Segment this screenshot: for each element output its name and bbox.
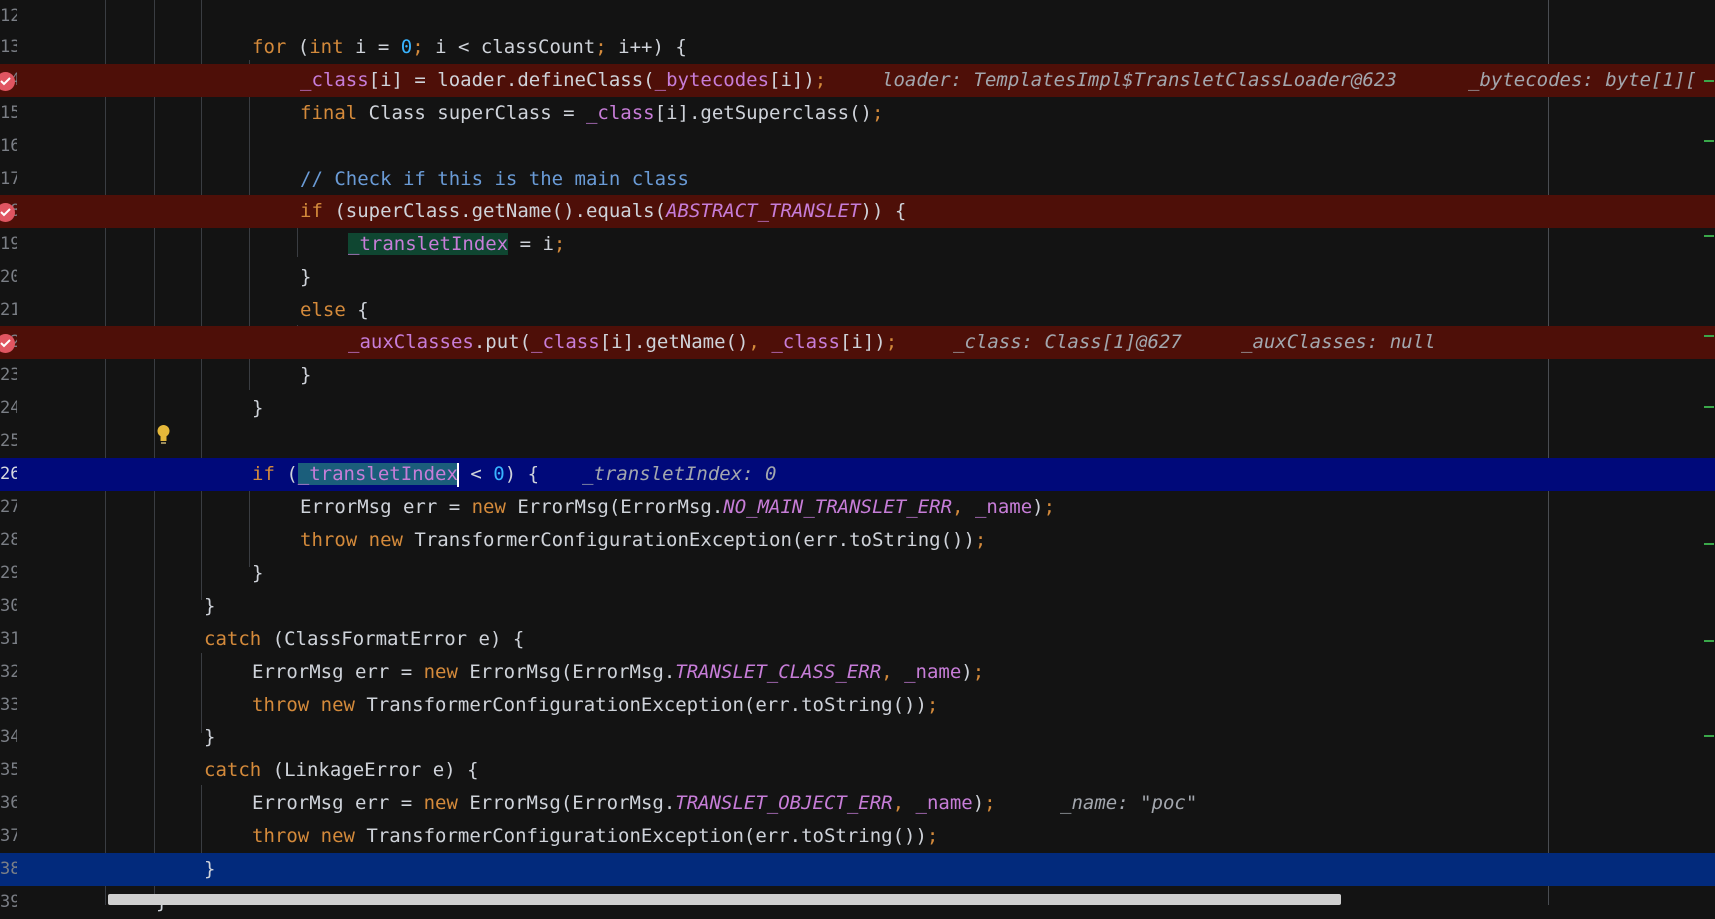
code-line: 24 } [0, 392, 1715, 425]
line-number: 35 [0, 760, 17, 780]
code-text: _transletIndex = i; [348, 233, 566, 255]
line-number: 36 [0, 793, 17, 813]
code-line: 32 ErrorMsg err = new ErrorMsg(ErrorMsg.… [0, 656, 1715, 689]
code-comment: // Check if this is the main class [300, 168, 689, 190]
code-text: if (superClass.getName().equals(ABSTRACT… [300, 200, 907, 222]
line-number: 31 [0, 629, 17, 649]
change-marker[interactable] [1704, 335, 1714, 337]
code-line: 29 } [0, 557, 1715, 590]
code-text: } [252, 562, 264, 584]
code-line-breakpoint: 18 if (superClass.getName().equals(ABSTR… [0, 195, 1715, 228]
inline-debug-hint: loader: TemplatesImpl$TransletClassLoade… [882, 69, 1397, 91]
code-text: } [252, 397, 264, 419]
code-text: } [300, 364, 312, 386]
inline-debug-hint: _transletIndex: 0 [582, 463, 777, 485]
code-line-breakpoint: 14 _class[i] = loader.defineClass(_bytec… [0, 64, 1715, 97]
lightbulb-icon[interactable] [157, 424, 170, 446]
code-line: 31 catch (ClassFormatError e) { [0, 623, 1715, 656]
code-text: catch (LinkageError e) { [204, 759, 479, 781]
code-line: 25 [0, 425, 1715, 458]
code-text: if (_transletIndex < 0) { [252, 462, 562, 487]
code-line: 13 for (int i = 0; i < classCount; i++) … [0, 31, 1715, 64]
line-number: 17 [0, 169, 17, 189]
code-text: else { [300, 299, 369, 321]
line-number: 37 [0, 826, 17, 846]
line-number: 13 [0, 37, 17, 57]
line-number: 38 [0, 859, 17, 879]
line-number: 29 [0, 563, 17, 583]
code-line: 27 ErrorMsg err = new ErrorMsg(ErrorMsg.… [0, 491, 1715, 524]
inline-debug-hint: _bytecodes: byte[1][ [1468, 69, 1697, 91]
code-text: throw new TransformerConfigurationExcept… [252, 825, 939, 847]
line-number: 33 [0, 695, 17, 715]
code-line: 16 [0, 130, 1715, 163]
code-line: 19 _transletIndex = i; [0, 228, 1715, 261]
change-marker[interactable] [1704, 406, 1714, 408]
change-marker[interactable] [1704, 140, 1714, 142]
line-number: 24 [0, 398, 17, 418]
code-line: 12 [0, 0, 1715, 33]
line-number: 32 [0, 662, 17, 682]
code-text: throw new TransformerConfigurationExcept… [252, 694, 939, 716]
line-number: 26 [0, 464, 17, 484]
change-marker[interactable] [1704, 80, 1714, 82]
code-line: 28 throw new TransformerConfigurationExc… [0, 524, 1715, 557]
code-text: _auxClasses.put(_class[i].getName(), _cl… [348, 331, 898, 353]
code-line: 15 final Class superClass = _class[i].ge… [0, 97, 1715, 130]
horizontal-scrollbar[interactable] [108, 894, 1341, 905]
code-text: for (int i = 0; i < classCount; i++) { [252, 36, 687, 58]
code-text: _class[i] = loader.defineClass(_bytecode… [300, 69, 827, 91]
code-line: 35 catch (LinkageError e) { [0, 754, 1715, 787]
code-text: catch (ClassFormatError e) { [204, 628, 525, 650]
line-number: 25 [0, 431, 17, 451]
code-text: } [300, 266, 312, 288]
change-marker[interactable] [1704, 543, 1714, 545]
code-text: final Class superClass = _class[i].getSu… [300, 102, 884, 124]
line-number: 34 [0, 727, 17, 747]
line-number: 20 [0, 267, 17, 287]
code-line-breakpoint: 22 _auxClasses.put(_class[i].getName(), … [0, 326, 1715, 359]
code-text: } [204, 595, 216, 617]
code-text: } [204, 858, 216, 880]
line-number: 39 [0, 892, 17, 912]
line-number: 19 [0, 234, 17, 254]
code-text: ErrorMsg err = new ErrorMsg(ErrorMsg.TRA… [252, 661, 985, 683]
code-text: ErrorMsg err = new ErrorMsg(ErrorMsg.NO_… [300, 496, 1056, 518]
code-line: 21 else { [0, 294, 1715, 327]
code-line: 23 } [0, 359, 1715, 392]
code-line: 33 throw new TransformerConfigurationExc… [0, 689, 1715, 722]
change-marker[interactable] [1704, 640, 1714, 642]
code-line: 17 // Check if this is the main class [0, 163, 1715, 196]
inline-debug-hint: _auxClasses: null [1241, 331, 1436, 353]
line-number: 28 [0, 530, 17, 550]
line-number: 27 [0, 497, 17, 517]
code-line: 34 } [0, 721, 1715, 754]
line-number: 16 [0, 136, 17, 156]
line-number: 12 [0, 6, 17, 26]
line-number: 21 [0, 300, 17, 320]
change-marker[interactable] [1704, 735, 1714, 737]
inline-debug-hint: _name: "poc" [1060, 792, 1198, 814]
line-number: 30 [0, 596, 17, 616]
line-number: 15 [0, 103, 17, 123]
line-number: 23 [0, 365, 17, 385]
change-marker[interactable] [1704, 235, 1714, 237]
code-line-current: 26 if (_transletIndex < 0) { _transletIn… [0, 458, 1715, 491]
code-text: throw new TransformerConfigurationExcept… [300, 529, 987, 551]
inline-debug-hint: _class: Class[1]@627 [953, 331, 1182, 353]
code-editor[interactable]: 12 13 for (int i = 0; i < classCount; i+… [0, 0, 1715, 913]
code-line-selected: 38 } [0, 853, 1715, 886]
code-line: 36 ErrorMsg err = new ErrorMsg(ErrorMsg.… [0, 787, 1715, 820]
code-line: 30 } [0, 590, 1715, 623]
code-text: } [204, 726, 216, 748]
code-line: 37 throw new TransformerConfigurationExc… [0, 820, 1715, 853]
code-line: 20 } [0, 261, 1715, 294]
code-text: ErrorMsg err = new ErrorMsg(ErrorMsg.TRA… [252, 792, 996, 814]
